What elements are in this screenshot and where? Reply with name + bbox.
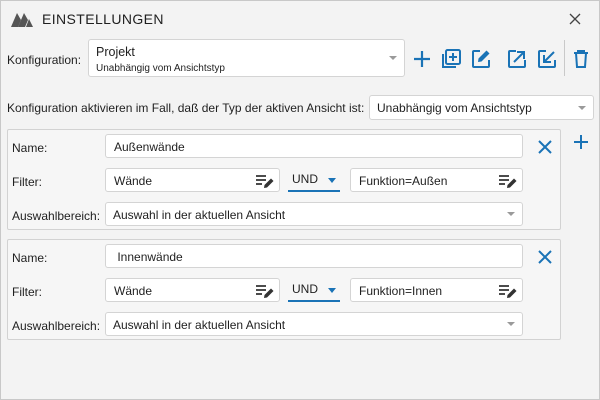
config-selected-title: Projekt (96, 45, 135, 59)
filter2-input[interactable]: Funktion=Außen (350, 168, 523, 192)
operator-select[interactable]: UND (288, 168, 340, 192)
import-icon[interactable] (536, 48, 558, 70)
operator-value: UND (292, 282, 318, 296)
app-logo (11, 13, 33, 27)
filter1-input[interactable]: Wände (105, 278, 280, 302)
activation-label: Konfiguration aktivieren im Fall, daß de… (7, 101, 365, 115)
filter1-value: Wände (114, 284, 153, 298)
name-value: Innenwände (114, 250, 183, 264)
chevron-down-icon (328, 288, 336, 293)
edit-list-icon[interactable] (255, 172, 275, 190)
close-icon[interactable] (567, 11, 583, 27)
filter1-input[interactable]: Wände (105, 168, 280, 192)
operator-value: UND (292, 172, 318, 186)
chevron-down-icon (389, 56, 397, 60)
toolbar-separator (564, 40, 565, 76)
remove-rule-icon[interactable] (536, 248, 554, 266)
add-icon[interactable] (411, 48, 433, 70)
scope-label: Auswahlbereich: (12, 209, 101, 223)
chevron-down-icon (507, 322, 515, 326)
scope-select[interactable]: Auswahl in der aktuellen Ansicht (105, 202, 523, 226)
scope-select[interactable]: Auswahl in der aktuellen Ansicht (105, 312, 523, 336)
scope-value: Auswahl in der aktuellen Ansicht (113, 318, 286, 332)
export-icon[interactable] (506, 48, 528, 70)
edit-list-icon[interactable] (498, 282, 518, 300)
config-select[interactable]: Projekt Unabhängig vom Ansichtstyp (88, 39, 405, 77)
edit-icon[interactable] (470, 48, 492, 70)
edit-list-icon[interactable] (498, 172, 518, 190)
filter-label: Filter: (12, 175, 42, 189)
activation-select[interactable]: Unabhängig vom Ansichtstyp (369, 95, 594, 120)
rule-panel-2: Name: Innenwände Filter: Wände UND Funkt… (7, 239, 561, 340)
scope-value: Auswahl in der aktuellen Ansicht (113, 208, 286, 222)
chevron-down-icon (507, 212, 515, 216)
config-label: Konfiguration: (7, 53, 82, 67)
name-label: Name: (12, 251, 48, 265)
add-rule-icon[interactable] (572, 133, 590, 151)
name-label: Name: (12, 141, 48, 155)
config-selected-sub: Unabhängig vom Ansichtstyp (96, 63, 225, 74)
filter1-value: Wände (114, 174, 153, 188)
filter-label: Filter: (12, 285, 42, 299)
scope-label: Auswahlbereich: (12, 319, 101, 333)
filter2-value: Funktion=Innen (359, 284, 443, 298)
rule-panel-1: Name: Außenwände Filter: Wände UND Funkt… (7, 129, 561, 230)
filter2-value: Funktion=Außen (359, 174, 448, 188)
add-copy-icon[interactable] (440, 48, 462, 70)
remove-rule-icon[interactable] (536, 138, 554, 156)
chevron-down-icon (328, 178, 336, 183)
activation-value: Unabhängig vom Ansichtstyp (377, 101, 532, 115)
delete-icon[interactable] (570, 48, 592, 70)
chevron-down-icon (578, 105, 586, 110)
name-input[interactable]: Außenwände (105, 134, 523, 158)
filter2-input[interactable]: Funktion=Innen (350, 278, 523, 302)
operator-select[interactable]: UND (288, 278, 340, 302)
name-input[interactable]: Innenwände (105, 244, 523, 268)
title-bar: EINSTELLUNGEN (1, 1, 599, 37)
window-title: EINSTELLUNGEN (42, 11, 164, 27)
settings-window: EINSTELLUNGEN Konfiguration: Projekt Una… (0, 0, 600, 400)
edit-list-icon[interactable] (255, 282, 275, 300)
name-value: Außenwände (114, 140, 185, 154)
